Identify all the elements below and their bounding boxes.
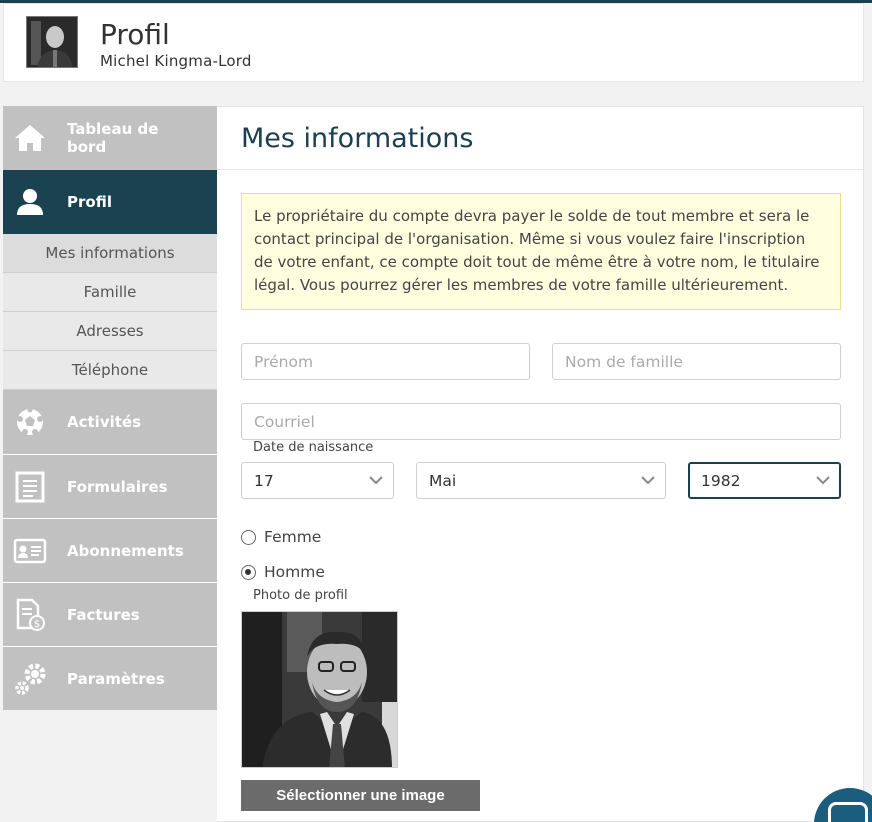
chevron-down-icon xyxy=(816,476,830,485)
gender-female-label: Femme xyxy=(264,528,322,546)
last-name-input[interactable]: Nom de famille xyxy=(552,343,841,380)
account-owner-notice: Le propriétaire du compte devra payer le… xyxy=(241,193,841,310)
sidebar-item-label: Profil xyxy=(67,193,112,211)
svg-text:$: $ xyxy=(34,619,40,630)
birth-day-value: 17 xyxy=(254,471,274,490)
sidebar-item-label: Factures xyxy=(67,605,140,624)
chevron-down-icon xyxy=(641,476,655,485)
sidebar-item-label: Paramètres xyxy=(67,669,165,688)
first-name-input[interactable]: Prénom xyxy=(241,343,530,380)
select-image-button[interactable]: Sélectionner une image xyxy=(241,780,480,811)
radio-circle-checked xyxy=(241,564,256,580)
sidebar-item-label: Tableau de bord xyxy=(67,120,159,156)
sidebar-subitem-phone[interactable]: Téléphone xyxy=(3,351,217,390)
page-title: Profil xyxy=(100,18,170,51)
soccer-ball-icon xyxy=(12,404,48,440)
sidebar-subitem-addresses[interactable]: Adresses xyxy=(3,312,217,351)
divider xyxy=(217,169,863,170)
birth-year-value: 1982 xyxy=(701,471,741,490)
radio-circle xyxy=(241,529,256,545)
user-name: Michel Kingma-Lord xyxy=(100,52,252,70)
sidebar-item-forms[interactable]: Formulaires xyxy=(3,454,217,518)
form-icon xyxy=(12,469,48,505)
user-icon xyxy=(12,184,48,220)
home-icon xyxy=(12,120,48,156)
chevron-down-icon xyxy=(369,476,383,485)
photo-label: Photo de profil xyxy=(253,588,348,603)
invoice-icon: $ xyxy=(12,597,48,633)
sidebar-subitem-my-info[interactable]: Mes informations xyxy=(3,234,217,273)
sidebar-item-dashboard[interactable]: Tableau de bord xyxy=(3,106,217,170)
gender-female-radio[interactable]: Femme xyxy=(241,528,321,546)
sidebar-item-activities[interactable]: Activités xyxy=(3,390,217,454)
section-title: Mes informations xyxy=(241,123,474,154)
gears-icon xyxy=(12,661,48,697)
main-panel: Mes informations Le propriétaire du comp… xyxy=(217,106,864,822)
sidebar-item-label: Formulaires xyxy=(67,477,168,496)
chat-icon xyxy=(828,802,868,822)
sidebar-subitem-family[interactable]: Famille xyxy=(3,273,217,312)
sidebar-item-profile[interactable]: Profil xyxy=(3,170,217,234)
gender-male-label: Homme xyxy=(264,563,325,581)
profile-header: Profil Michel Kingma-Lord xyxy=(3,3,864,82)
sidebar: Tableau de bord Profil Mes informations … xyxy=(3,106,217,711)
birth-day-select[interactable]: 17 xyxy=(241,462,394,499)
birth-year-select[interactable]: 1982 xyxy=(688,462,841,499)
id-card-icon xyxy=(12,533,48,569)
profile-photo xyxy=(241,611,398,768)
sidebar-item-settings[interactable]: Paramètres xyxy=(3,646,217,710)
sidebar-item-invoices[interactable]: $ Factures xyxy=(3,582,217,646)
sidebar-item-label: Activités xyxy=(67,413,142,431)
birthdate-label: Date de naissance xyxy=(253,440,374,455)
sidebar-item-label: Abonnements xyxy=(67,541,184,560)
email-input[interactable]: Courriel xyxy=(241,403,841,440)
birth-month-value: Mai xyxy=(429,471,457,490)
gender-male-radio[interactable]: Homme xyxy=(241,563,325,581)
sidebar-item-subscriptions[interactable]: Abonnements xyxy=(3,518,217,582)
avatar xyxy=(26,16,78,68)
birth-month-select[interactable]: Mai xyxy=(416,462,666,499)
